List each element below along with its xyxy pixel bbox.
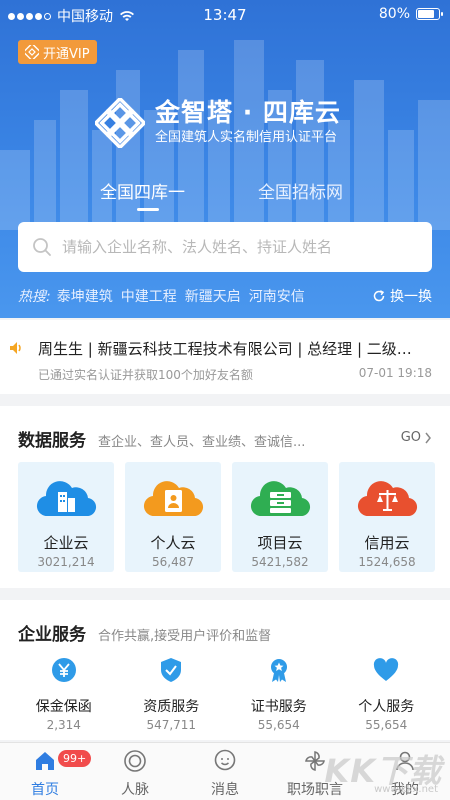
search-input[interactable] bbox=[62, 238, 402, 256]
service-count: 547,711 bbox=[146, 718, 197, 732]
section-title: 企业服务 bbox=[18, 625, 86, 645]
card-name: 项目云 bbox=[257, 534, 303, 552]
vip-label: 开通VIP bbox=[43, 46, 90, 62]
service-name: 资质服务 bbox=[143, 699, 200, 715]
announcement-time: 07-01 19:18 bbox=[358, 366, 432, 380]
hot-search-item[interactable]: 中建工程 bbox=[121, 286, 177, 306]
section-title: 数据服务 bbox=[18, 431, 86, 451]
card-credit-cloud[interactable]: 信用云 1524,658 bbox=[339, 462, 435, 572]
brand-subtitle: 全国建筑人实名制信用认证平台 bbox=[155, 130, 338, 145]
tab-national-four-libraries[interactable]: 全国四库一 bbox=[100, 178, 185, 203]
refresh-icon bbox=[373, 290, 385, 302]
search-icon bbox=[33, 238, 51, 256]
tab-messages[interactable]: 消息 bbox=[180, 743, 270, 800]
brand-block: 金智塔 · 四库云 全国建筑人实名制信用认证平台 bbox=[95, 98, 341, 148]
pinwheel-icon bbox=[305, 751, 325, 771]
watermark-url: www.kkx.net bbox=[374, 784, 438, 795]
brand-title: 金智塔 · 四库云 bbox=[155, 98, 341, 127]
service-deposit-guarantee[interactable]: 保金保函 2,314 bbox=[16, 656, 112, 732]
status-bar: 中国移动 13:47 80% bbox=[0, 0, 450, 30]
hot-search-item[interactable]: 新疆天启 bbox=[185, 286, 241, 306]
hot-search-item[interactable]: 河南安信 bbox=[249, 286, 305, 306]
server-cloud-icon bbox=[250, 481, 311, 517]
go-button[interactable]: GO bbox=[401, 430, 432, 445]
contacts-icon bbox=[124, 750, 146, 772]
card-count: 3021,214 bbox=[37, 555, 95, 569]
card-enterprise-cloud[interactable]: 企业云 3021,214 bbox=[18, 462, 114, 572]
home-icon bbox=[36, 752, 54, 770]
enterprise-services-section: 企业服务 合作共赢,接受用户评价和监督 保金保函 2,314 资质服务 547,… bbox=[0, 600, 450, 740]
service-name: 个人服务 bbox=[358, 699, 415, 715]
refresh-label: 换一换 bbox=[390, 289, 432, 305]
shield-check-icon bbox=[161, 658, 182, 682]
active-tab-indicator bbox=[137, 208, 159, 211]
card-name: 信用云 bbox=[364, 534, 410, 552]
service-count: 55,654 bbox=[365, 718, 408, 732]
tab-label: 人脉 bbox=[121, 782, 149, 798]
yen-icon bbox=[51, 658, 76, 682]
brand-logo-icon bbox=[95, 98, 145, 148]
hot-search-label: 热搜: bbox=[18, 289, 51, 305]
speaker-icon bbox=[10, 342, 21, 354]
tab-national-bidding[interactable]: 全国招标网 bbox=[258, 178, 343, 203]
building-cloud-icon bbox=[36, 481, 97, 517]
battery-icon bbox=[416, 8, 443, 20]
chevron-right-icon bbox=[425, 432, 431, 443]
section-description: 合作共赢,接受用户评价和监督 bbox=[98, 629, 272, 644]
card-project-cloud[interactable]: 项目云 5421,582 bbox=[232, 462, 328, 572]
battery-percent: 80% bbox=[378, 6, 410, 22]
message-icon bbox=[214, 749, 236, 771]
data-services-section: 数据服务 查企业、查人员、查业绩、查诚信... GO 企业云 3021,214 … bbox=[0, 406, 450, 588]
hot-search-row: 热搜: 泰坤建筑 中建工程 新疆天启 河南安信 换一换 bbox=[18, 286, 432, 306]
service-name: 保金保函 bbox=[35, 699, 92, 715]
card-count: 56,487 bbox=[152, 555, 194, 569]
card-personal-cloud[interactable]: 个人云 56,487 bbox=[125, 462, 221, 572]
tab-label: 消息 bbox=[211, 782, 239, 798]
tab-contacts[interactable]: 人脉 bbox=[90, 743, 180, 800]
announcement-banner[interactable]: 周生生 | 新疆云科技工程技术有限公司 | 总经理 | 二级… 已通过实名认证并… bbox=[0, 320, 450, 394]
header-hero: 中国移动 13:47 80% 开通VIP 金智塔 · 四库云 全国建筑人实名制信… bbox=[0, 0, 450, 318]
hot-search-item[interactable]: 泰坤建筑 bbox=[57, 286, 113, 306]
tab-home[interactable]: 首页 99+ bbox=[0, 743, 92, 800]
service-qualification[interactable]: 资质服务 547,711 bbox=[123, 656, 219, 732]
service-certificate[interactable]: 证书服务 55,654 bbox=[231, 656, 327, 732]
tab-label: 首页 bbox=[31, 782, 59, 798]
card-count: 1524,658 bbox=[358, 555, 416, 569]
service-name: 证书服务 bbox=[250, 699, 307, 715]
award-icon bbox=[270, 659, 287, 682]
service-count: 55,654 bbox=[257, 718, 300, 732]
contact-cloud-icon bbox=[143, 481, 204, 517]
open-vip-button[interactable]: 开通VIP bbox=[18, 40, 97, 64]
card-name: 个人云 bbox=[150, 534, 196, 552]
hero-tabs: 全国四库一 全国招标网 bbox=[0, 178, 450, 214]
service-count: 2,314 bbox=[46, 718, 81, 732]
card-count: 5421,582 bbox=[251, 555, 309, 569]
crown-icon bbox=[25, 45, 39, 59]
refresh-hot-button[interactable]: 换一换 bbox=[372, 286, 432, 306]
card-name: 企业云 bbox=[43, 534, 89, 552]
search-bar[interactable] bbox=[18, 222, 432, 272]
go-label: GO bbox=[400, 430, 421, 445]
service-personal[interactable]: 个人服务 55,654 bbox=[338, 656, 434, 732]
notification-badge: 99+ bbox=[58, 750, 92, 767]
announcement-subtitle: 已通过实名认证并获取100个加好友名额 bbox=[38, 368, 253, 382]
section-description: 查企业、查人员、查业绩、查诚信... bbox=[98, 435, 306, 450]
heart-icon bbox=[374, 658, 399, 681]
announcement-title: 周生生 | 新疆云科技工程技术有限公司 | 总经理 | 二级… bbox=[38, 340, 412, 358]
scale-cloud-icon bbox=[357, 481, 418, 517]
